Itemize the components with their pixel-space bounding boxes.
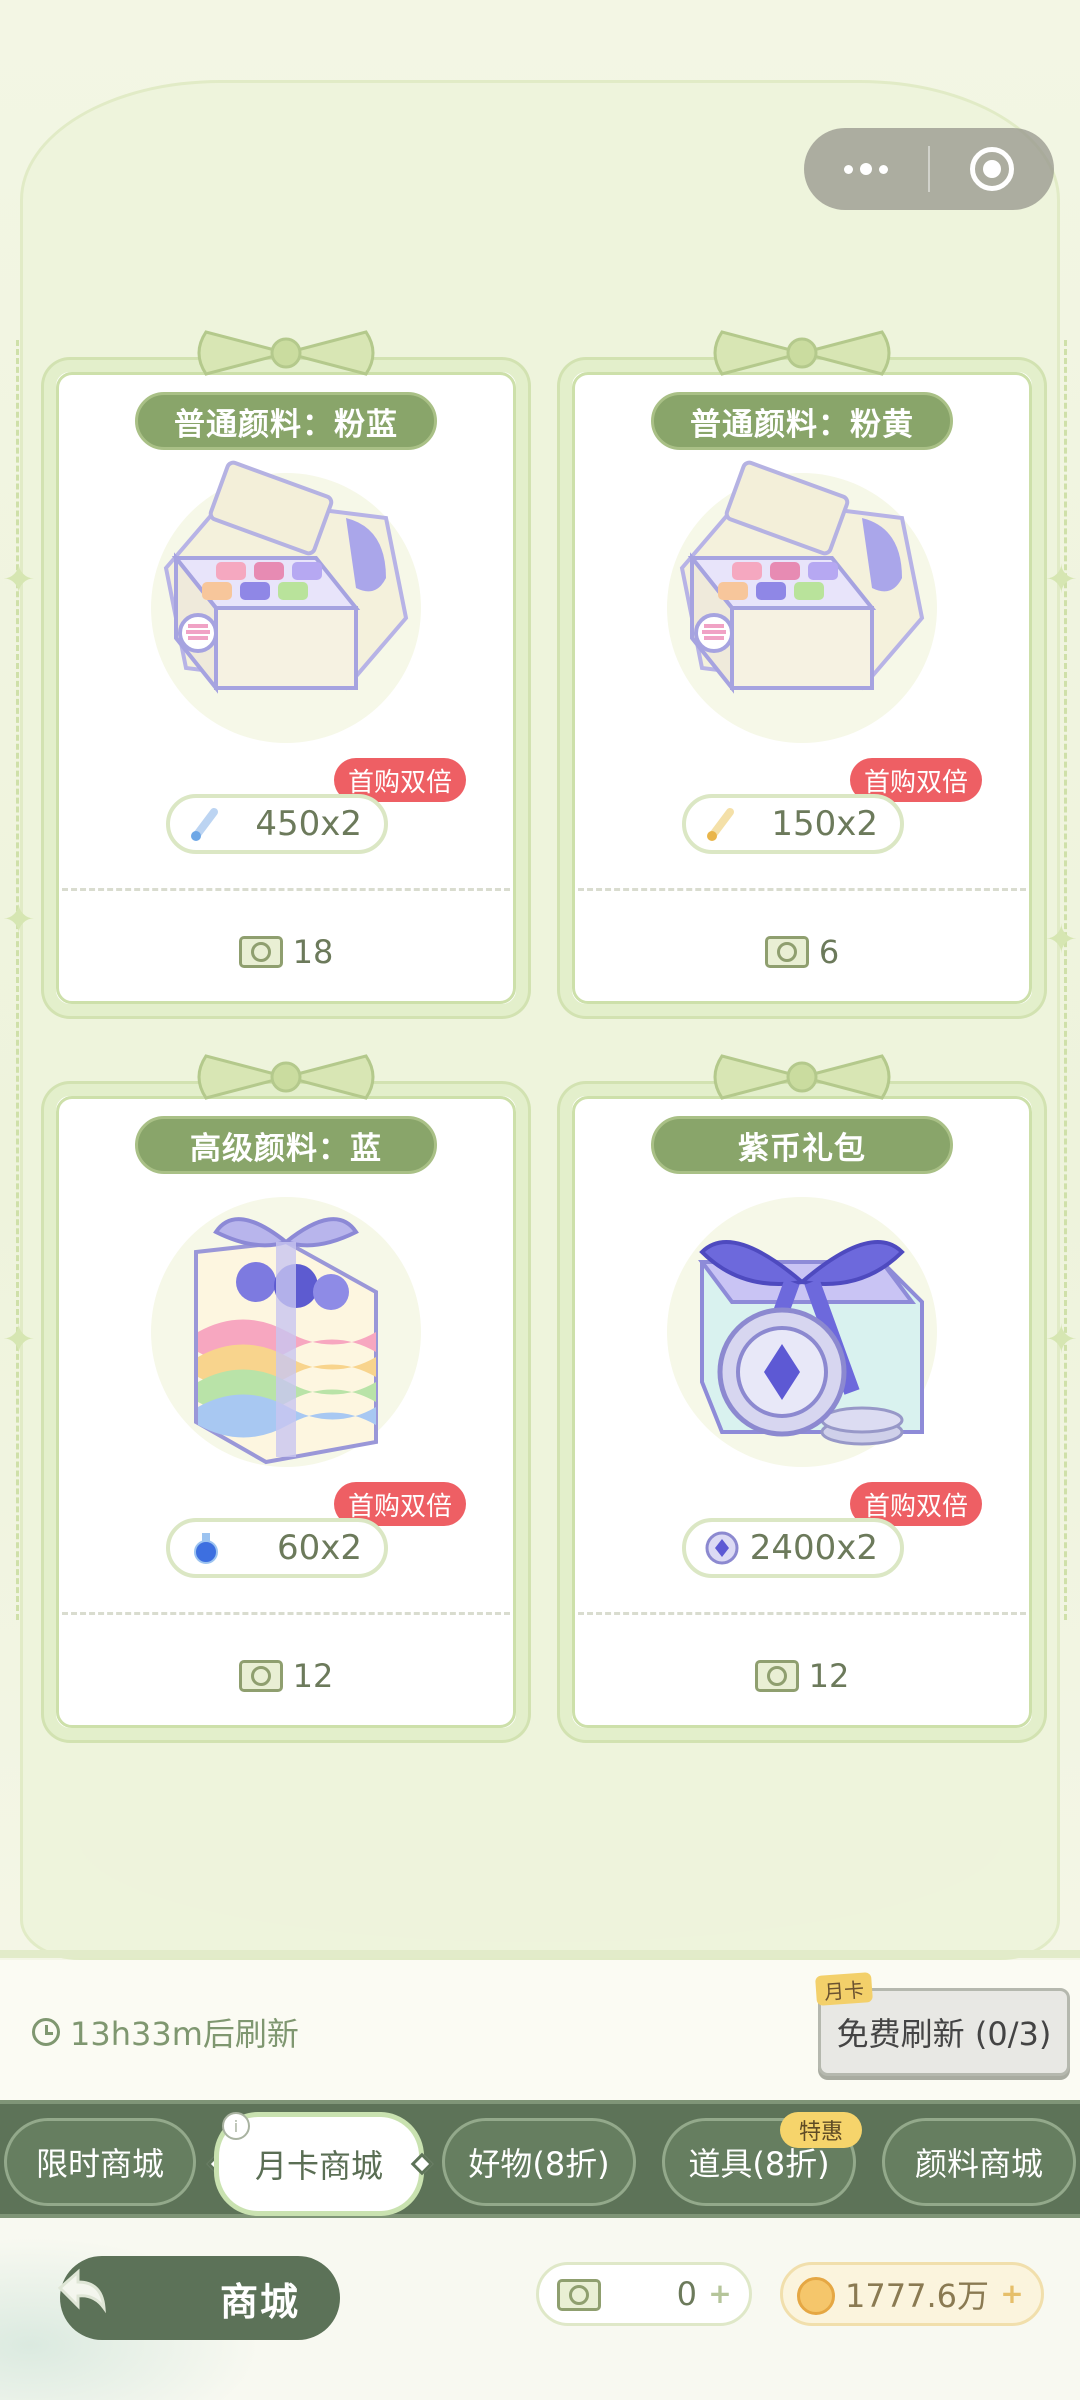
bow-icon — [197, 1054, 375, 1100]
cash-icon — [238, 936, 283, 968]
add-cash-icon[interactable]: + — [707, 2280, 733, 2308]
product-card[interactable]: 普通颜料：粉蓝 首购双倍 450x2 18 — [44, 330, 528, 1016]
right-rail-decoration — [1064, 340, 1078, 1620]
gold-balance-value: 1777.6万 — [845, 2277, 989, 2315]
close-miniprogram-button[interactable] — [930, 128, 1054, 210]
card-divider — [62, 888, 510, 891]
price-value: 6 — [818, 933, 840, 971]
tab-pigment-shop[interactable]: 颜料商城 — [882, 2118, 1076, 2206]
bow-icon — [713, 330, 891, 376]
target-icon — [970, 147, 1014, 191]
price-value: 12 — [808, 1657, 850, 1695]
price-value: 12 — [292, 1657, 334, 1695]
product-card[interactable]: 紫币礼包 首购双倍 2400x2 12 — [560, 1054, 1044, 1740]
pigment-tube-blue-icon — [191, 808, 218, 841]
buy-price[interactable]: 6 — [572, 932, 1032, 972]
panel-edge — [0, 1950, 1080, 1958]
refresh-bar: 13h33m后刷新 免费刷新 (0/3) 月卡 — [0, 1960, 1080, 2100]
sparkle-icon: ✦ — [2, 1317, 36, 1363]
sparkle-icon: ✦ — [1044, 917, 1078, 963]
reward-quantity: 450x2 — [255, 804, 362, 844]
gold-coin-icon — [797, 2277, 835, 2315]
shop-title: 商城 — [219, 2279, 300, 2324]
sparkle-icon: ✦ — [2, 897, 36, 943]
product-title: 普通颜料：粉蓝 — [135, 392, 437, 450]
add-gold-icon[interactable]: + — [999, 2280, 1025, 2308]
tab-goods[interactable]: 好物(8折) — [442, 2118, 636, 2206]
reward-amount: 2400x2 — [682, 1518, 904, 1578]
sparkle-icon: ✦ — [2, 557, 36, 603]
product-title: 紫币礼包 — [651, 1116, 953, 1174]
pigment-palette-box-icon — [667, 460, 937, 743]
reward-quantity: 2400x2 — [749, 1528, 878, 1568]
cash-balance-value: 0 — [676, 2275, 697, 2313]
product-title: 高级颜料：蓝 — [135, 1116, 437, 1174]
purple-coin-icon — [705, 1531, 739, 1565]
bottom-bar: 商城 0 + 1777.6万 + — [0, 2218, 1080, 2400]
rainbow-gift-box-icon — [151, 1197, 421, 1467]
special-offer-tag: 特惠 — [780, 2112, 862, 2148]
reward-amount: 60x2 — [166, 1518, 388, 1578]
reward-quantity: 60x2 — [276, 1528, 362, 1568]
pigment-tube-yellow-icon — [707, 808, 734, 841]
cash-icon — [238, 1660, 283, 1692]
product-title: 普通颜料：粉黄 — [651, 392, 953, 450]
product-card[interactable]: 普通颜料：粉黄 首购双倍 150x2 6 — [560, 330, 1044, 1016]
more-button[interactable] — [804, 128, 928, 210]
info-icon[interactable]: i — [222, 2112, 250, 2140]
pigment-palette-box-icon — [151, 460, 421, 743]
cash-icon — [764, 936, 809, 968]
monthly-card-tag: 月卡 — [815, 1972, 873, 2006]
left-rail-decoration — [16, 340, 30, 1620]
shop-tab-bar: 限时商城 月卡商城 i 好物(8折) 道具(8折) 颜料商城 — [0, 2100, 1080, 2218]
card-divider — [578, 1612, 1026, 1615]
vine-decoration — [0, 1840, 1080, 1960]
refresh-timer: 13h33m后刷新 — [32, 2012, 299, 2053]
clock-icon — [32, 2018, 60, 2046]
back-arrow-icon[interactable] — [46, 2258, 116, 2328]
tab-limited-shop[interactable]: 限时商城 — [4, 2118, 196, 2206]
card-divider — [578, 888, 1026, 891]
product-card[interactable]: 高级颜料：蓝 首购双倍 60x2 12 — [44, 1054, 528, 1740]
buy-price[interactable]: 12 — [572, 1656, 1032, 1696]
sparkle-icon: ✦ — [1044, 1317, 1078, 1363]
reward-amount: 150x2 — [682, 794, 904, 854]
purple-coin-gift-icon — [667, 1197, 937, 1467]
ellipsis-icon — [844, 163, 888, 175]
bow-icon — [713, 1054, 891, 1100]
buy-price[interactable]: 18 — [56, 932, 516, 972]
reward-amount: 450x2 — [166, 794, 388, 854]
miniprogram-capsule — [804, 128, 1054, 210]
gold-balance[interactable]: 1777.6万 + — [780, 2262, 1044, 2326]
cash-icon — [754, 1660, 799, 1692]
buy-price[interactable]: 12 — [56, 1656, 516, 1696]
bow-icon — [197, 330, 375, 376]
sparkle-icon: ✦ — [1044, 557, 1078, 603]
blue-potion-icon — [194, 1533, 218, 1564]
reward-quantity: 150x2 — [771, 804, 878, 844]
price-value: 18 — [292, 933, 334, 971]
cash-icon — [557, 2279, 601, 2311]
cash-balance[interactable]: 0 + — [536, 2262, 752, 2326]
card-divider — [62, 1612, 510, 1615]
refresh-timer-text: 13h33m后刷新 — [70, 2015, 299, 2053]
